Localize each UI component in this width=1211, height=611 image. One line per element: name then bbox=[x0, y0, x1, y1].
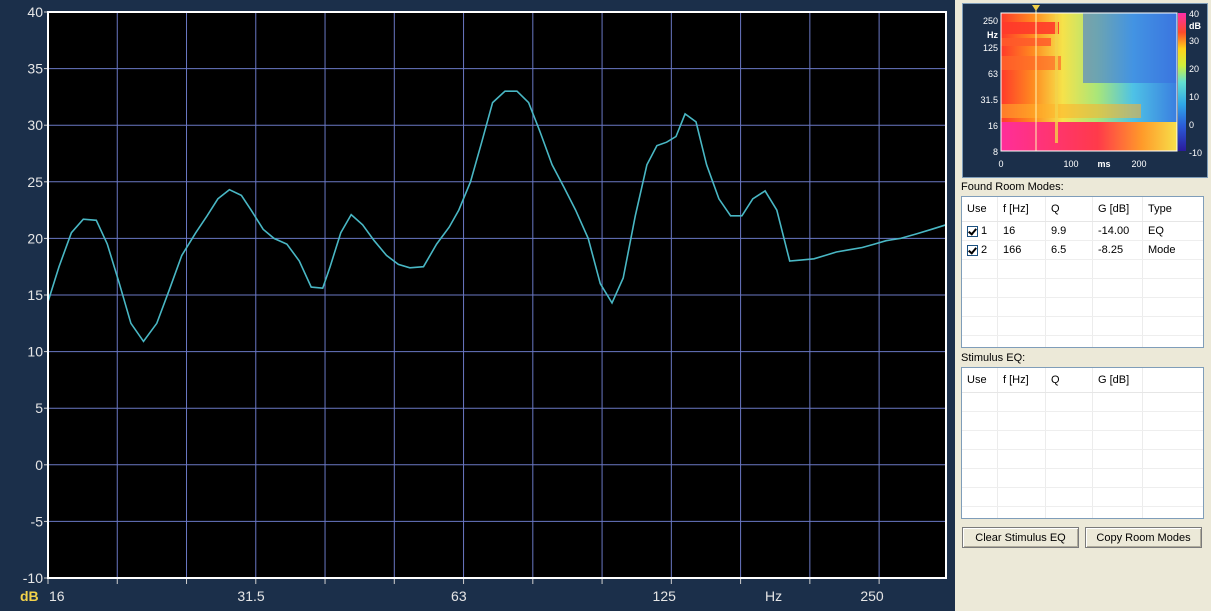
empty-row bbox=[962, 469, 1203, 488]
row-type: EQ bbox=[1148, 225, 1164, 237]
row-type: Mode bbox=[1148, 244, 1176, 256]
header-blank bbox=[1143, 368, 1203, 392]
y-tick-label: 35 bbox=[27, 61, 43, 77]
header-gain[interactable]: G [dB] bbox=[1093, 368, 1143, 392]
room-modes-header: Use f [Hz] Q G [dB] Type bbox=[962, 197, 1203, 222]
y-tick-label: 20 bbox=[27, 230, 43, 246]
colorbar bbox=[1178, 13, 1186, 151]
use-checkbox[interactable] bbox=[967, 244, 978, 256]
x-tick-label: 63 bbox=[451, 588, 467, 604]
empty-row bbox=[962, 412, 1203, 431]
empty-row bbox=[962, 488, 1203, 507]
stimulus-eq-header: Use f [Hz] Q G [dB] bbox=[962, 368, 1203, 393]
row-frequency: 166 bbox=[998, 241, 1046, 259]
spectrogram: 250Hz1256331.5168 0 100 ms 200 40dB3020100-… bbox=[980, 5, 1202, 169]
spectrogram-x-labels: 0 100 ms 200 bbox=[998, 159, 1146, 169]
header-frequency[interactable]: f [Hz] bbox=[998, 368, 1046, 392]
row-gain: -14.00 bbox=[1093, 222, 1143, 240]
x-tick-label: 31.5 bbox=[237, 588, 264, 604]
y-tick-label: 40 bbox=[27, 4, 43, 20]
spectrogram-y-label: 63 bbox=[988, 69, 998, 79]
stimulus-eq-label: Stimulus EQ: bbox=[961, 352, 1026, 364]
empty-row bbox=[962, 298, 1203, 317]
empty-rows bbox=[962, 393, 1203, 518]
colorbar-label: 30 bbox=[1189, 36, 1199, 46]
x-tick-label: 125 bbox=[653, 588, 677, 604]
spectrogram-thumbnail[interactable]: 250 Hz 125 63 31.5 16 8 0 100 ms 200 40 dB 30 20 10 0-… bbox=[962, 3, 1208, 178]
spectrogram-y-label: 8 bbox=[993, 147, 998, 157]
x-unit-label: Hz bbox=[765, 588, 782, 604]
room-modes-list[interactable]: Use f [Hz] Q G [dB] Type 1 16 9.9 -14.00… bbox=[961, 196, 1204, 348]
spectrogram-heatmap bbox=[1001, 13, 1177, 151]
empty-row bbox=[962, 279, 1203, 298]
spectrogram-y-label: 31.5 bbox=[980, 95, 998, 105]
y-tick-label: 10 bbox=[27, 344, 43, 360]
x-tick-label: 16 bbox=[49, 588, 65, 604]
empty-row bbox=[962, 336, 1203, 347]
colorbar-label: 0 bbox=[1189, 120, 1194, 130]
header-q[interactable]: Q bbox=[1046, 197, 1093, 221]
clear-stimulus-eq-button[interactable]: Clear Stimulus EQ bbox=[962, 527, 1079, 548]
header-q[interactable]: Q bbox=[1046, 368, 1093, 392]
stimulus-eq-list[interactable]: Use f [Hz] Q G [dB] bbox=[961, 367, 1204, 519]
y-tick-label: 0 bbox=[35, 457, 43, 473]
empty-row bbox=[962, 260, 1203, 279]
header-gain[interactable]: G [dB] bbox=[1093, 197, 1143, 221]
table-row[interactable]: 1 16 9.9 -14.00 EQ bbox=[962, 222, 1203, 241]
row-q: 9.9 bbox=[1046, 222, 1093, 240]
empty-row bbox=[962, 507, 1203, 518]
colorbar-label: 20 bbox=[1189, 64, 1199, 74]
spectrogram-y-label: 125 bbox=[983, 43, 998, 53]
spectrogram-y-label: Hz bbox=[987, 30, 998, 40]
row-index: 1 bbox=[981, 225, 988, 237]
empty-row bbox=[962, 450, 1203, 469]
y-tick-label: -10 bbox=[23, 570, 43, 586]
spectrogram-y-label: 16 bbox=[988, 121, 998, 131]
x-tick-label: 250 bbox=[860, 588, 884, 604]
colorbar-label: -10 bbox=[1189, 148, 1202, 158]
colorbar-label: dB bbox=[1189, 21, 1201, 31]
spectrogram-x-label: ms bbox=[1097, 159, 1110, 169]
y-tick-label: 5 bbox=[35, 400, 43, 416]
spectrogram-x-label: 200 bbox=[1131, 159, 1146, 169]
y-unit-label: dB bbox=[20, 588, 39, 604]
spectrogram-x-label: 100 bbox=[1063, 159, 1078, 169]
table-row[interactable]: 2 166 6.5 -8.25 Mode bbox=[962, 241, 1203, 260]
header-use[interactable]: Use bbox=[962, 197, 998, 221]
y-tick-label: 25 bbox=[27, 174, 43, 190]
row-q: 6.5 bbox=[1046, 241, 1093, 259]
room-modes-label: Found Room Modes: bbox=[961, 181, 1064, 193]
y-tick-label: -5 bbox=[31, 513, 44, 529]
colorbar-label: 40 bbox=[1189, 9, 1199, 19]
spectrogram-y-label: 250 bbox=[983, 16, 998, 26]
empty-row bbox=[962, 317, 1203, 336]
header-type[interactable]: Type bbox=[1143, 197, 1203, 221]
row-gain: -8.25 bbox=[1093, 241, 1143, 259]
right-panel: 250 Hz 125 63 31.5 16 8 0 100 ms 200 40 dB 30 20 10 0-… bbox=[956, 0, 1211, 611]
frequency-response-chart: 4035302520151050-5-10 16 31.5 63 125 250 dB … bbox=[20, 4, 947, 604]
row-index: 2 bbox=[981, 244, 988, 256]
copy-room-modes-button[interactable]: Copy Room Modes bbox=[1085, 527, 1202, 548]
colorbar-label: 10 bbox=[1189, 92, 1199, 102]
spectrogram-x-label: 0 bbox=[998, 159, 1003, 169]
y-axis-ticks: 40 35 30 25 20 15 10 5 0 -5 -10 bbox=[23, 4, 48, 586]
empty-row bbox=[962, 393, 1203, 412]
time-cursor-handle[interactable] bbox=[1032, 5, 1040, 11]
header-frequency[interactable]: f [Hz] bbox=[998, 197, 1046, 221]
empty-row bbox=[962, 431, 1203, 450]
empty-rows bbox=[962, 260, 1203, 347]
x-axis-ticks: 16 31.5 63 125 250 bbox=[47, 578, 884, 604]
frequency-response-graph[interactable]: 40 35 30 25 20 15 10 5 0 -5 -10 16 31.5 63 125 250 dB … bbox=[0, 0, 955, 611]
y-tick-label: 15 bbox=[27, 287, 43, 303]
spectrogram-y-labels: 250 Hz 125 63 31.5 16 8 bbox=[980, 16, 998, 157]
row-frequency: 16 bbox=[998, 222, 1046, 240]
y-tick-label: 30 bbox=[27, 117, 43, 133]
use-checkbox[interactable] bbox=[967, 225, 978, 237]
header-use[interactable]: Use bbox=[962, 368, 998, 392]
colorbar-labels: 40 dB 30 20 10 0 -10 bbox=[1189, 9, 1202, 158]
